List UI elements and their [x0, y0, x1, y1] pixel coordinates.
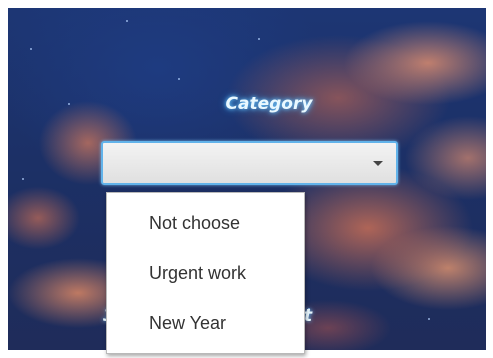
- star: [178, 78, 180, 80]
- star: [30, 48, 32, 50]
- star: [258, 38, 260, 40]
- category-label: Category: [225, 94, 313, 114]
- window-frame: Category 3 t Not choose Urgent work New …: [0, 0, 493, 358]
- star: [428, 318, 430, 320]
- option-new-year[interactable]: New Year: [149, 313, 226, 334]
- category-combobox[interactable]: [101, 141, 398, 185]
- option-urgent-work[interactable]: Urgent work: [149, 263, 246, 284]
- obscured-label-right: t: [304, 306, 313, 326]
- star: [126, 20, 128, 22]
- category-dropdown-list: Not choose Urgent work New Year: [106, 192, 305, 354]
- star: [22, 178, 24, 180]
- chevron-down-icon[interactable]: [373, 161, 383, 166]
- option-not-choose[interactable]: Not choose: [149, 213, 240, 234]
